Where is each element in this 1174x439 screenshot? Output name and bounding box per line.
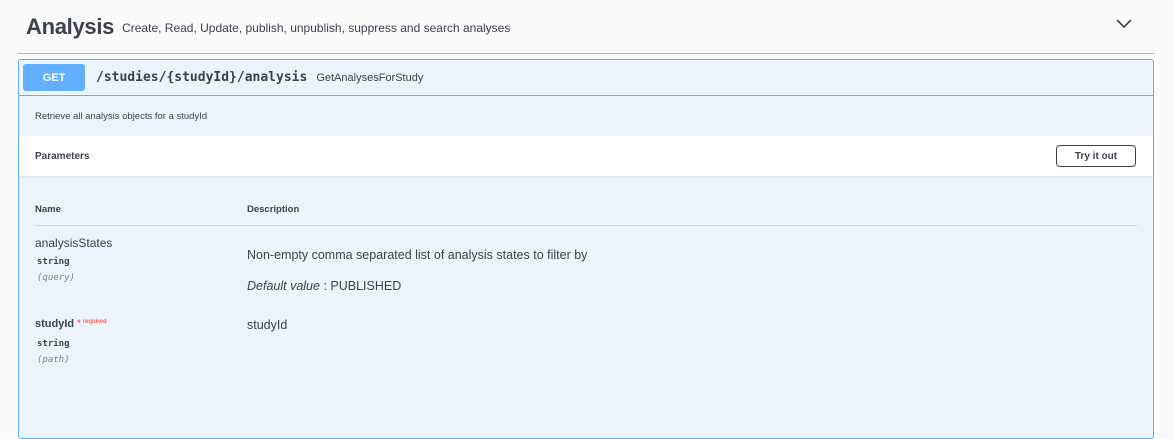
parameter-default: Default value : PUBLISHED <box>247 279 401 293</box>
operation-block: GET /studies/{studyId}/analysis GetAnaly… <box>18 59 1154 439</box>
operation-summary[interactable]: GET /studies/{studyId}/analysis GetAnaly… <box>19 60 1153 96</box>
chevron-down-icon[interactable] <box>1115 17 1133 31</box>
operation-id: GetAnalysesForStudy <box>316 71 424 84</box>
method-badge: GET <box>23 64 85 91</box>
required-star: * <box>77 318 81 328</box>
operation-description: Retrieve all analysis objects for a stud… <box>35 110 208 122</box>
tag-description: Create, Read, Update, publish, unpublish… <box>122 21 511 35</box>
column-header-description: Description <box>247 204 300 215</box>
required-label: required <box>82 319 107 325</box>
parameter-location: (query) <box>37 273 75 283</box>
parameter-description: studyId <box>247 318 288 332</box>
parameters-header: Parameters Try it out <box>19 136 1153 176</box>
parameter-name-text: studyId <box>35 318 75 330</box>
parameters-table-header: Name Description <box>35 200 1137 226</box>
parameter-type: string <box>37 257 70 267</box>
default-value: PUBLISHED <box>330 279 402 293</box>
operation-path: /studies/{studyId}/analysis <box>96 70 308 85</box>
parameter-name: analysisStates <box>35 236 113 250</box>
tag-title: Analysis <box>26 13 115 39</box>
parameter-type: string <box>37 339 70 349</box>
column-header-name: Name <box>35 204 61 215</box>
try-it-out-button[interactable]: Try it out <box>1056 145 1136 167</box>
parameter-description: Non-empty comma separated list of analys… <box>247 248 588 262</box>
default-value-label: Default value <box>247 279 320 293</box>
parameter-location: (path) <box>37 355 70 365</box>
default-separator: : <box>319 279 331 293</box>
parameter-name: studyId * required <box>35 318 107 330</box>
parameters-title: Parameters <box>35 150 90 162</box>
tag-header[interactable]: Analysis Create, Read, Update, publish, … <box>18 0 1155 54</box>
